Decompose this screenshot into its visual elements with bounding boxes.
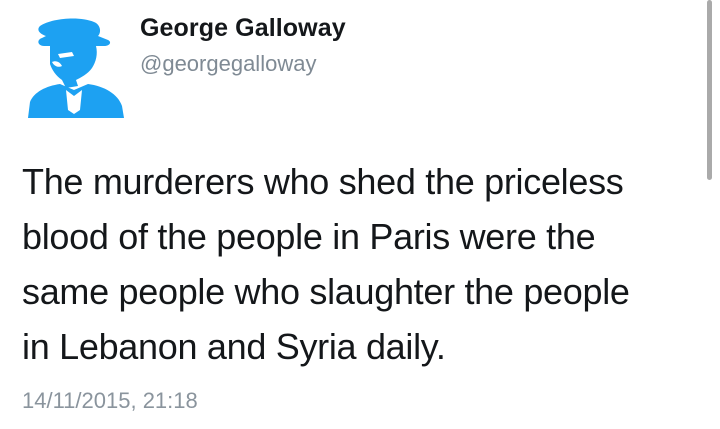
- author-handle[interactable]: @georgegalloway: [140, 51, 316, 77]
- author-name[interactable]: George Galloway: [140, 14, 346, 43]
- tweet-text-line: in Lebanon and Syria daily.: [22, 326, 446, 367]
- tweet-card: George Galloway @georgegalloway The murd…: [0, 0, 720, 429]
- tweet-text: The murderers who shed the priceless blo…: [22, 154, 702, 374]
- tweet-text-line: The murderers who shed the priceless: [22, 161, 624, 202]
- tweet-text-line: blood of the people in Paris were the: [22, 216, 596, 257]
- tweet-text-line: same people who slaughter the people: [22, 271, 630, 312]
- tweet-timestamp[interactable]: 14/11/2015, 21:18: [22, 388, 198, 414]
- author-avatar[interactable]: [22, 14, 126, 118]
- vertical-scrollbar[interactable]: [707, 0, 712, 180]
- profile-silhouette-icon: [28, 18, 124, 118]
